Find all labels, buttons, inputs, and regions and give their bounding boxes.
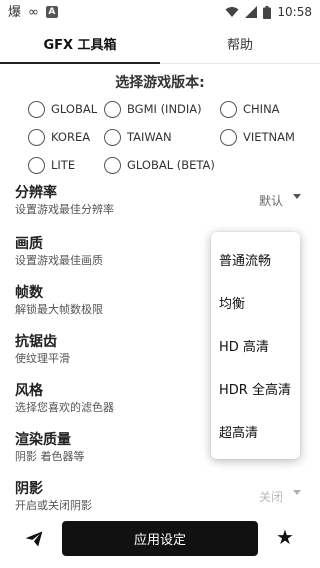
radio-circle	[28, 128, 45, 146]
radio-china[interactable]: CHINA	[220, 100, 316, 118]
star-icon[interactable]: ★	[276, 527, 294, 547]
wifi-icon	[225, 7, 239, 17]
radio-label: BGMI (INDIA)	[127, 102, 202, 116]
radio-label: KOREA	[51, 130, 91, 144]
clock-time: 10:58	[277, 5, 312, 19]
setting-shadow[interactable]: 阴影 开启或关闭阴影 关闭	[15, 480, 305, 514]
infinity-icon: ∞	[28, 4, 39, 20]
radio-circle	[220, 128, 237, 146]
radio-label: GLOBAL	[51, 102, 98, 116]
shadow-dropdown-value[interactable]: 关闭	[259, 488, 283, 505]
menu-item-smooth[interactable]: 普通流畅	[211, 238, 300, 281]
menu-item-ultra-hd[interactable]: 超高清	[211, 410, 300, 453]
a-box-icon: A	[45, 6, 58, 18]
menu-item-hdr[interactable]: HDR 全高清	[211, 367, 300, 410]
menu-item-balanced[interactable]: 均衡	[211, 281, 300, 324]
tab-gfx-tool[interactable]: GFX 工具箱	[0, 24, 160, 64]
radio-circle	[104, 128, 121, 146]
tab-help[interactable]: 帮助	[160, 24, 320, 63]
battery-icon	[263, 5, 272, 19]
radio-label: CHINA	[243, 102, 280, 116]
radio-label: VIETNAM	[243, 130, 295, 144]
radio-label: LITE	[51, 158, 76, 172]
chevron-down-icon	[293, 194, 301, 199]
radio-circle	[104, 100, 121, 118]
version-radio-group: GLOBAL BGMI (INDIA) CHINA KOREA TAIWAN V…	[28, 95, 318, 179]
radio-global[interactable]: GLOBAL	[28, 100, 104, 118]
send-icon[interactable]	[24, 529, 44, 549]
radio-korea[interactable]: KOREA	[28, 128, 104, 146]
radio-circle	[220, 100, 237, 118]
resolution-dropdown-value[interactable]: 默认	[259, 192, 283, 209]
version-title: 选择游戏版本:	[115, 75, 205, 91]
radio-circle	[28, 100, 45, 118]
radio-vietnam[interactable]: VIETNAM	[220, 128, 316, 146]
radio-circle	[28, 156, 45, 174]
status-bar: 爆 ∞ A 10:58	[0, 0, 320, 24]
radio-bgmi-india[interactable]: BGMI (INDIA)	[104, 100, 220, 118]
chevron-down-icon	[293, 490, 301, 495]
apply-settings-button[interactable]: 应用设定	[62, 521, 258, 556]
radio-label: GLOBAL (BETA)	[127, 158, 215, 172]
radio-circle	[104, 156, 121, 174]
bottom-bar: 应用设定 ★	[0, 513, 320, 568]
quality-dropdown-menu: 普通流畅 均衡 HD 高清 HDR 全高清 超高清	[211, 232, 300, 459]
radio-taiwan[interactable]: TAIWAN	[104, 128, 220, 146]
radio-lite[interactable]: LITE	[28, 156, 104, 174]
radio-label: TAIWAN	[127, 130, 172, 144]
menu-item-hd[interactable]: HD 高清	[211, 324, 300, 367]
signal-icon	[245, 6, 258, 18]
app-notification-icon: 爆	[8, 4, 22, 20]
radio-global-beta[interactable]: GLOBAL (BETA)	[104, 156, 220, 174]
setting-resolution[interactable]: 分辨率 设置游戏最佳分辨率 默认	[15, 184, 305, 218]
tab-bar: GFX 工具箱 帮助	[0, 24, 320, 64]
